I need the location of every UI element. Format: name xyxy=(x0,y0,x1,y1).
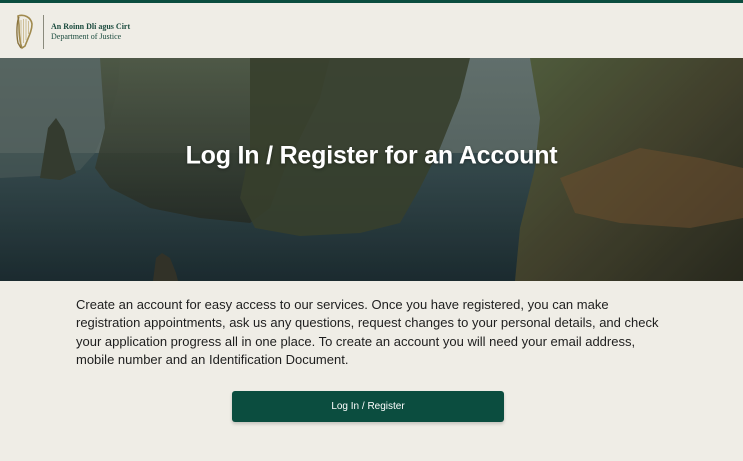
logo-irish-name: An Roinn Dlí agus Cirt xyxy=(51,22,131,31)
logo-english-name: Department of Justice xyxy=(51,32,122,41)
logo-divider xyxy=(43,15,44,49)
logo-text: An Roinn Dlí agus Cirt Department of Jus… xyxy=(51,22,130,42)
site-header: An Roinn Dlí agus Cirt Department of Jus… xyxy=(0,3,743,58)
department-logo[interactable]: An Roinn Dlí agus Cirt Department of Jus… xyxy=(14,11,130,53)
page-title: Log In / Register for an Account xyxy=(185,141,558,170)
intro-paragraph: Create an account for easy access to our… xyxy=(76,297,659,367)
login-register-button[interactable]: Log In / Register xyxy=(232,391,504,422)
hero-banner: Log In / Register for an Account xyxy=(0,58,743,281)
harp-icon xyxy=(16,14,33,50)
